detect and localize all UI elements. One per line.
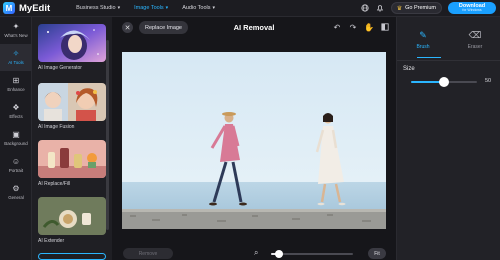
chevron-down-icon: ▾	[117, 5, 121, 11]
download-button[interactable]: Download for Windows	[448, 2, 496, 14]
eraser-icon: ⌫	[468, 30, 482, 40]
zoom-search-icon: ⌕	[254, 248, 259, 257]
rail-item-effects[interactable]: ❖ Effects	[0, 98, 32, 125]
image-canvas[interactable]	[122, 52, 386, 229]
top-right-actions: ♛ Go Premium Download for Windows	[361, 2, 496, 14]
chevron-down-icon: ▾	[165, 5, 169, 11]
rail-item-general[interactable]: ⚙ General	[0, 179, 32, 206]
tool-thumbnail	[38, 253, 106, 260]
logo[interactable]: M MyEdit	[3, 2, 50, 14]
brush-mode-tabs: ✎ Brush ⌫ Eraser	[397, 30, 500, 50]
notification-icon[interactable]	[376, 4, 385, 13]
rail-item-ai-tools[interactable]: ✧ AI Tools	[0, 44, 32, 71]
redo-icon[interactable]: ↷	[348, 22, 358, 32]
myedit-logo-icon: M	[3, 2, 15, 14]
tool-card-ai-image-generator[interactable]: AI Image Generator	[38, 24, 106, 71]
tab-eraser[interactable]: ⌫ Eraser	[449, 30, 500, 50]
divider	[397, 60, 500, 61]
size-slider[interactable]	[411, 77, 477, 87]
top-nav: Business Studio ▾ Image Tools ▾ Audio Tool…	[76, 5, 215, 11]
zoom-slider[interactable]	[271, 250, 353, 258]
tool-card-next[interactable]	[38, 253, 106, 260]
rail-item-whats-new[interactable]: ✦ What's New	[0, 17, 32, 44]
nav-image-tools[interactable]: Image Tools ▾	[134, 5, 168, 11]
new-icon: ✦	[12, 22, 20, 31]
app-window: M MyEdit Business Studio ▾ Image Tools ▾ A…	[0, 0, 500, 260]
workspace-toolbar: ✕ Replace Image AI Removal ↶ ↷ ✋	[112, 17, 396, 39]
active-tab-indicator	[417, 57, 441, 58]
rail-item-background[interactable]: ▣ Background	[0, 125, 32, 152]
crown-icon: ♛	[396, 5, 403, 12]
tool-card-ai-image-fusion[interactable]: AI Image Fusion	[38, 83, 106, 130]
top-bar: M MyEdit Business Studio ▾ Image Tools ▾ A…	[0, 0, 500, 17]
panel-scrollbar[interactable]	[106, 40, 109, 230]
tool-thumbnail	[38, 197, 106, 235]
size-value: 50	[485, 78, 492, 84]
brush-icon: ✎	[419, 30, 427, 40]
tool-thumbnail	[38, 140, 106, 178]
enhance-icon: ⊞	[12, 76, 20, 85]
zoom-slider-handle[interactable]	[275, 250, 284, 258]
workspace-bottom-bar: Remove ⌕ Fit	[112, 246, 396, 260]
right-panel: ✎ Brush ⌫ Eraser Size 50	[396, 17, 500, 260]
rail-item-enhance[interactable]: ⊞ Enhance	[0, 71, 32, 98]
portrait-icon: ☺	[11, 157, 21, 166]
fit-button[interactable]: Fit	[368, 248, 386, 259]
nav-business-studio[interactable]: Business Studio ▾	[76, 5, 120, 11]
app-name: MyEdit	[19, 2, 51, 14]
workspace: ✕ Replace Image AI Removal ↶ ↷ ✋ Remove …	[112, 17, 396, 260]
left-rail: ✦ What's New ✧ AI Tools ⊞ Enhance ❖ Effe…	[0, 17, 32, 260]
undo-icon[interactable]: ↶	[332, 22, 342, 32]
effects-icon: ❖	[12, 103, 20, 112]
remove-button[interactable]: Remove	[123, 248, 173, 259]
tool-card-ai-extender[interactable]: AI Extender	[38, 197, 106, 244]
tab-brush[interactable]: ✎ Brush	[397, 30, 449, 50]
tool-panel: AI Image Generator AI Image Fusion AI Re…	[32, 17, 112, 260]
tool-card-ai-replace-fill[interactable]: AI Replace/Fill	[38, 140, 106, 187]
tool-thumbnail	[38, 24, 106, 62]
tool-thumbnail	[38, 83, 106, 121]
size-label: Size	[403, 66, 415, 72]
nav-audio-tools[interactable]: Audio Tools ▾	[182, 5, 215, 11]
pan-hand-icon[interactable]: ✋	[364, 22, 374, 32]
workspace-actions: ↶ ↷ ✋	[332, 22, 390, 32]
background-icon: ▣	[12, 130, 20, 139]
go-premium-button[interactable]: ♛ Go Premium	[390, 2, 442, 14]
chevron-down-icon: ▾	[212, 5, 216, 11]
rail-item-portrait[interactable]: ☺ Portrait	[0, 152, 32, 179]
compare-icon[interactable]	[380, 22, 390, 32]
general-icon: ⚙	[12, 184, 20, 193]
ai-tools-icon: ✧	[12, 49, 20, 58]
globe-icon[interactable]	[361, 4, 370, 13]
size-slider-handle[interactable]	[439, 77, 449, 87]
